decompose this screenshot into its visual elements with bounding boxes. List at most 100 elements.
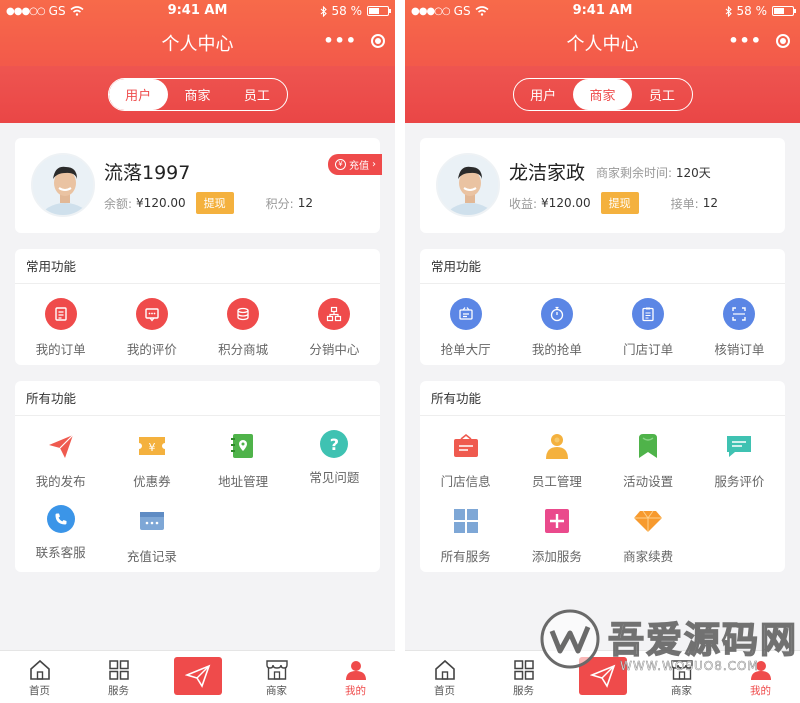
tab-merchant[interactable]: 商家: [168, 79, 227, 110]
clipboard-icon: [632, 298, 665, 330]
profile-card: 流落1997 余额: ¥120.00 提现 积分: 12 ¥ 充值 ›: [15, 138, 382, 233]
item-label: 核销订单: [714, 342, 765, 357]
tab-merchant[interactable]: 商家: [572, 79, 633, 110]
item-label: 活动设置: [623, 474, 674, 489]
all-services-item[interactable]: 所有服务: [420, 491, 511, 566]
watermark-text: 吾爱源码网: [607, 619, 799, 662]
tab-publish[interactable]: [158, 651, 237, 703]
item-label: 我的抢单: [531, 342, 582, 357]
order-icon: [44, 298, 77, 330]
battery-icon: [367, 6, 391, 16]
phone-icon: [46, 505, 75, 533]
withdraw-button[interactable]: 提现: [600, 192, 639, 214]
role-segmented-control: 用户 商家 员工: [107, 78, 288, 111]
tab-user[interactable]: 用户: [108, 79, 168, 110]
avatar[interactable]: [31, 153, 95, 217]
address-management-item[interactable]: 地址管理: [198, 416, 289, 491]
activity-settings-item[interactable]: 活动设置: [603, 416, 694, 491]
item-label: 商家续费: [623, 549, 674, 564]
status-bar: ●●●○○ GS 9:41 AM 58 %: [0, 0, 395, 22]
svg-text:¥: ¥: [148, 441, 155, 454]
tab-staff[interactable]: 员工: [632, 79, 691, 110]
my-posts-item[interactable]: 我的发布: [15, 416, 106, 491]
item-label: 地址管理: [218, 474, 269, 489]
section-title: 常用功能: [420, 249, 785, 284]
order-hall-item[interactable]: 抢单大厅: [420, 284, 511, 359]
plus-icon: [541, 505, 573, 537]
more-icon[interactable]: •••: [728, 31, 762, 50]
more-icon[interactable]: •••: [323, 31, 357, 50]
common-functions-card: 常用功能 我的订单 我的评价 积分商城 分销中心: [15, 249, 380, 365]
verify-orders-item[interactable]: 核销订单: [694, 284, 785, 359]
item-label: 门店订单: [623, 342, 674, 357]
tab-user[interactable]: 用户: [514, 79, 573, 110]
diamond-icon: [632, 505, 664, 537]
merchant-renewal-item[interactable]: 商家续费: [603, 491, 694, 566]
home-icon: [29, 659, 50, 680]
item-label: 抢单大厅: [440, 342, 491, 357]
item-label: 分销中心: [309, 342, 360, 357]
coupons-item[interactable]: ¥ 优惠券: [106, 416, 197, 491]
tab-home[interactable]: 首页: [405, 651, 484, 703]
contact-service-item[interactable]: 联系客服: [15, 491, 106, 566]
address-book-icon: [227, 430, 259, 462]
question-icon: ?: [320, 430, 349, 458]
status-bar: ●●●○○ GS 9:41 AM 58 %: [405, 0, 800, 22]
role-tabs-band: 用户 商家 员工: [0, 66, 395, 123]
withdraw-button[interactable]: 提现: [195, 192, 234, 214]
item-label: 常见问题: [309, 470, 360, 485]
points-label: 积分:: [265, 196, 294, 211]
close-target-icon[interactable]: [371, 33, 385, 48]
tab-merchant[interactable]: 商家: [237, 651, 316, 703]
store-orders-item[interactable]: 门店订单: [603, 284, 694, 359]
distribution-center-item[interactable]: 分销中心: [289, 284, 380, 359]
coupon-icon: ¥: [136, 430, 168, 462]
watermark-logo-icon: [540, 609, 600, 669]
remaining-time-label: 商家剩余时间:: [596, 166, 673, 180]
recharge-label: 充值: [349, 161, 369, 172]
section-title: 常用功能: [15, 249, 380, 284]
staff-management-item[interactable]: 员工管理: [511, 416, 602, 491]
my-grabs-item[interactable]: 我的抢单: [511, 284, 602, 359]
service-reviews-item[interactable]: 服务评价: [694, 416, 785, 491]
tab-home[interactable]: 首页: [0, 651, 79, 703]
staff-icon: [541, 430, 573, 462]
tab-label: 服务: [513, 685, 534, 697]
account-summary: 余额: ¥120.00 提现 积分: 12: [104, 192, 313, 214]
bookmark-icon: [632, 430, 664, 462]
comment-icon: [135, 298, 168, 330]
points-mall-item[interactable]: 积分商城: [198, 284, 289, 359]
nav-bar: 个人中心 •••: [0, 22, 395, 66]
add-service-item[interactable]: 添加服务: [511, 491, 602, 566]
merchant-summary: 收益: ¥120.00 提现 接单: 12: [509, 192, 718, 214]
income-value: ¥120.00: [541, 196, 591, 210]
avatar-image: [438, 155, 498, 215]
message-icon: [723, 430, 755, 462]
faq-item[interactable]: ? 常见问题: [289, 416, 380, 491]
item-label: 服务评价: [714, 474, 765, 489]
home-icon: [434, 659, 455, 680]
hall-icon: [449, 298, 482, 330]
points-icon: [227, 298, 260, 330]
avatar-image: [33, 155, 93, 215]
item-label: 充值记录: [126, 549, 177, 564]
my-orders-item[interactable]: 我的订单: [15, 284, 106, 359]
all-functions-card: 所有功能 我的发布 ¥ 优惠券 地址管理 ? 常见问题 联系客服 充值记录: [15, 381, 380, 572]
store-info-item[interactable]: 门店信息: [420, 416, 511, 491]
avatar[interactable]: [436, 153, 500, 217]
tab-staff[interactable]: 员工: [227, 79, 286, 110]
tab-label: 首页: [29, 685, 50, 697]
recharge-records-item[interactable]: 充值记录: [106, 491, 197, 566]
my-comments-item[interactable]: 我的评价: [106, 284, 197, 359]
mini-program-capsule: •••: [728, 31, 790, 50]
merchant-name: 龙洁家政: [509, 162, 586, 184]
tab-services[interactable]: 服务: [79, 651, 158, 703]
close-target-icon[interactable]: [776, 33, 790, 48]
chevron-right-icon: ›: [372, 159, 376, 170]
item-label: 门店信息: [440, 474, 491, 489]
mini-program-capsule: •••: [323, 31, 385, 50]
item-label: 我的订单: [35, 342, 86, 357]
recharge-button[interactable]: ¥ 充值 ›: [328, 154, 382, 175]
tab-mine[interactable]: 我的: [316, 651, 395, 703]
publish-button[interactable]: [173, 657, 222, 695]
